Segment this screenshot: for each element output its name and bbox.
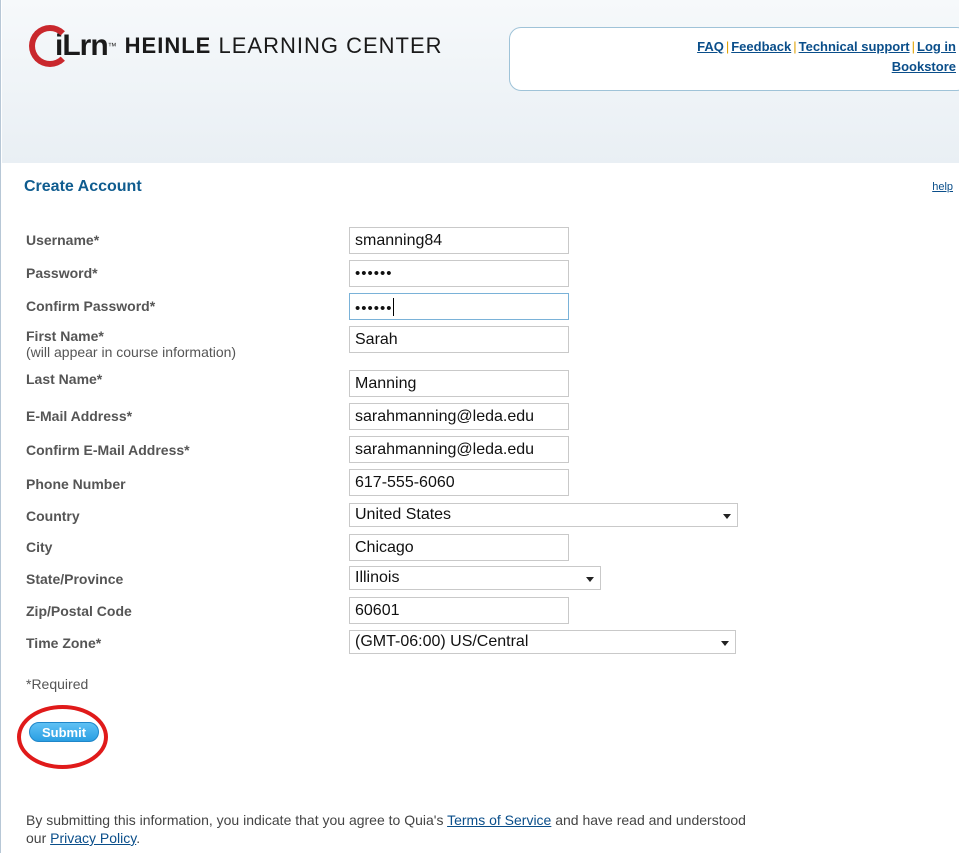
header: iLrn ™ HEINLE LEARNING CENTER FAQ | Feedba…	[2, 0, 959, 163]
confirm-email-input[interactable]: sarahmanning@leda.edu	[349, 436, 569, 463]
nav-separator: |	[793, 39, 797, 54]
first-name-input[interactable]: Sarah	[349, 326, 569, 353]
agreement-text-1: By submitting this information, you indi…	[26, 812, 448, 828]
timezone-label: Time Zone*	[26, 635, 102, 651]
chevron-down-icon	[721, 641, 729, 646]
chevron-down-icon	[723, 514, 731, 519]
city-input[interactable]: Chicago	[349, 534, 569, 561]
last-name-label: Last Name*	[26, 371, 103, 387]
agreement-text-3: .	[136, 830, 141, 846]
nav-separator: |	[725, 39, 730, 54]
state-select[interactable]: Illinois	[349, 566, 601, 590]
phone-input[interactable]: 617-555-6060	[349, 469, 569, 496]
timezone-selected-value: (GMT-06:00) US/Central	[355, 633, 529, 650]
ilrn-logo[interactable]: iLrn ™ HEINLE LEARNING CENTER	[29, 24, 443, 68]
page: iLrn ™ HEINLE LEARNING CENTER FAQ | Feedba…	[0, 0, 959, 853]
chevron-down-icon	[586, 577, 594, 582]
logo-name: HEINLE LEARNING CENTER	[125, 33, 443, 59]
page-title: Create Account	[24, 178, 142, 195]
country-select[interactable]: United States	[349, 503, 738, 527]
city-label: City	[26, 539, 53, 555]
confirm-password-masked-value: ••••••	[355, 300, 393, 317]
timezone-select[interactable]: (GMT-06:00) US/Central	[349, 630, 736, 654]
privacy-policy-link[interactable]: Privacy Policy	[50, 830, 136, 846]
zip-input[interactable]: 60601	[349, 597, 569, 624]
technical-support-link[interactable]: Technical support	[799, 39, 910, 54]
logo-name-rest: LEARNING CENTER	[218, 33, 443, 58]
first-name-label: First Name* (will appear in course infor…	[26, 328, 236, 360]
top-navigation: FAQ | Feedback | Technical support | Log in Bo…	[509, 27, 959, 91]
country-selected-value: United States	[355, 506, 452, 523]
help-link[interactable]: help	[932, 181, 953, 193]
username-input[interactable]: smanning84	[349, 227, 569, 254]
country-label: Country	[26, 508, 80, 524]
required-note: *Required	[26, 676, 89, 692]
first-name-sublabel: (will appear in course information)	[26, 344, 237, 360]
phone-label: Phone Number	[26, 476, 126, 492]
logo-trademark: ™	[107, 41, 117, 51]
email-input[interactable]: sarahmanning@leda.edu	[349, 403, 569, 430]
state-selected-value: Illinois	[355, 569, 400, 586]
topnav-row-1: FAQ | Feedback | Technical support | Log in	[697, 39, 956, 54]
password-masked-value: ••••••	[355, 265, 393, 282]
confirm-password-input[interactable]: ••••••	[349, 293, 569, 320]
agreement-text: By submitting this information, you indi…	[26, 811, 746, 847]
password-input[interactable]: ••••••	[349, 260, 569, 287]
logo-name-bold: HEINLE	[124, 33, 212, 58]
faq-link[interactable]: FAQ	[697, 39, 724, 54]
text-cursor	[392, 298, 394, 316]
topnav-row-2: Bookstore	[892, 59, 956, 74]
terms-of-service-link[interactable]: Terms of Service	[447, 812, 551, 828]
feedback-link[interactable]: Feedback	[731, 39, 791, 54]
state-label: State/Province	[26, 571, 124, 587]
annotation-circle	[17, 705, 108, 769]
logo-c-icon	[29, 25, 71, 67]
confirm-password-label: Confirm Password*	[26, 298, 156, 314]
confirm-email-label: Confirm E-Mail Address*	[26, 442, 190, 458]
log-in-link[interactable]: Log in	[917, 39, 956, 54]
first-name-label-text: First Name*	[26, 328, 104, 344]
bookstore-link[interactable]: Bookstore	[892, 59, 956, 74]
nav-separator: |	[911, 39, 915, 54]
password-label: Password*	[26, 265, 98, 281]
zip-label: Zip/Postal Code	[26, 603, 132, 619]
username-label: Username*	[26, 232, 100, 248]
email-label: E-Mail Address*	[26, 408, 133, 424]
last-name-input[interactable]: Manning	[349, 370, 569, 397]
